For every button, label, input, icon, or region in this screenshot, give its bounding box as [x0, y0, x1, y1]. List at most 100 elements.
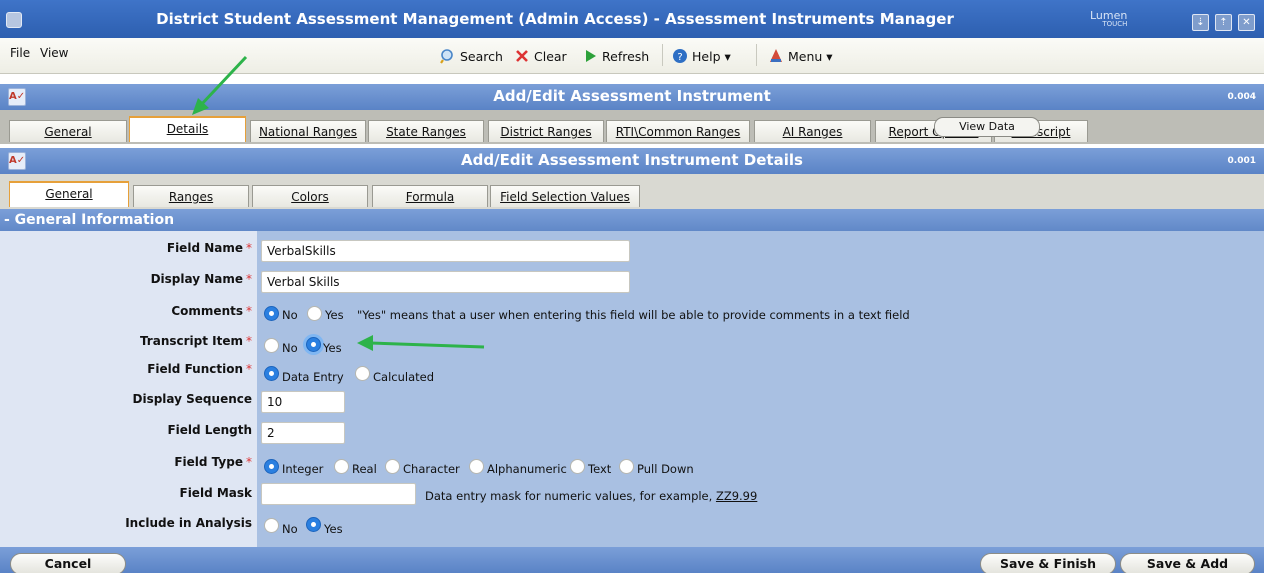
help-icon: ? — [673, 49, 687, 63]
minimize-icon[interactable]: ⇣ — [1192, 14, 1209, 31]
play-icon — [586, 50, 596, 62]
field-name-input[interactable]: VerbalSkills — [261, 240, 630, 262]
subtab-ranges[interactable]: Ranges — [133, 185, 249, 207]
subtab-field-selection-values[interactable]: Field Selection Values — [490, 185, 640, 207]
field-type-label: Field Type * — [0, 455, 252, 469]
field-type-text-label: Text — [588, 462, 612, 476]
tab-rti-common-ranges[interactable]: RTI\Common Ranges — [606, 120, 750, 142]
field-length-label: Field Length — [167, 423, 252, 437]
comments-no-label: No — [282, 308, 298, 322]
tab-general[interactable]: General — [9, 120, 127, 142]
comments-yes-label: Yes — [325, 308, 344, 322]
save-finish-button[interactable]: Save & Finish — [980, 553, 1116, 573]
display-name-label-text: Display Name — [150, 272, 243, 286]
general-information-header[interactable]: - General Information — [0, 209, 1264, 231]
instrument-header: A✓ Add/Edit Assessment Instrument 0.004 — [0, 84, 1264, 110]
comments-note: "Yes" means that a user when entering th… — [357, 308, 910, 322]
field-type-label-text: Field Type — [174, 455, 243, 469]
field-type-character-label: Character — [403, 462, 460, 476]
search-icon — [440, 49, 453, 64]
transcript-no-label: No — [282, 341, 298, 355]
field-mask-input[interactable] — [261, 483, 416, 505]
field-mask-example: ZZ9.99 — [715, 489, 758, 503]
help-label: Help ▾ — [692, 48, 731, 64]
transcript-item-label: Transcript Item * — [0, 334, 252, 348]
field-name-label-text: Field Name — [166, 241, 243, 255]
display-name-label: Display Name * — [0, 272, 252, 286]
clear-icon — [516, 50, 528, 62]
transcript-yes-radio[interactable] — [306, 337, 321, 352]
comments-label-text: Comments — [171, 304, 243, 318]
required-marker: * — [246, 334, 252, 348]
subtab-colors[interactable]: Colors — [252, 185, 368, 207]
cancel-button[interactable]: Cancel — [10, 553, 126, 573]
include-analysis-no-radio[interactable] — [264, 518, 279, 533]
comments-no-radio[interactable] — [264, 306, 279, 321]
menu-bar: File View Search Clear Refresh ? Help ▾ … — [0, 38, 1264, 74]
details-version: 0.001 — [1227, 156, 1256, 166]
display-sequence-input[interactable]: 10 — [261, 391, 345, 413]
clear-label: Clear — [534, 48, 567, 64]
field-function-calculated-label: Calculated — [373, 370, 435, 384]
field-name-label: Field Name * — [0, 241, 252, 255]
field-type-real-radio[interactable] — [334, 459, 349, 474]
subtab-general[interactable]: General — [9, 181, 129, 207]
comments-label: Comments * — [0, 304, 252, 318]
comments-yes-radio[interactable] — [307, 306, 322, 321]
lumen-logo: Lumen TOUCH — [1090, 10, 1127, 29]
field-type-integer-radio[interactable] — [264, 459, 279, 474]
tab-ai-ranges[interactable]: AI Ranges — [754, 120, 871, 142]
field-function-data-entry-radio[interactable] — [264, 366, 279, 381]
field-function-data-entry-label: Data Entry — [282, 370, 344, 384]
search-button[interactable]: Search — [440, 46, 503, 66]
display-name-input[interactable]: Verbal Skills — [261, 271, 630, 293]
menu-button[interactable]: Menu ▾ — [768, 46, 833, 66]
toolbar-divider — [756, 44, 757, 66]
field-function-label: Field Function * — [0, 362, 252, 376]
include-analysis-yes-radio[interactable] — [306, 517, 321, 532]
title-bar: District Student Assessment Management (… — [0, 0, 1264, 38]
transcript-no-radio[interactable] — [264, 338, 279, 353]
include-analysis-no-label: No — [282, 522, 298, 536]
refresh-label: Refresh — [602, 48, 650, 64]
required-marker: * — [246, 455, 252, 469]
refresh-button[interactable]: Refresh — [584, 46, 649, 66]
subtab-formula[interactable]: Formula — [372, 185, 488, 207]
field-type-alphanumeric-radio[interactable] — [469, 459, 484, 474]
required-marker: * — [246, 362, 252, 376]
view-data-tooltip: View Data — [934, 117, 1040, 137]
menu-file[interactable]: File — [10, 46, 30, 60]
transcript-yes-label: Yes — [323, 341, 342, 355]
required-marker: * — [246, 304, 252, 318]
help-button[interactable]: ? Help ▾ — [672, 46, 731, 66]
save-add-button[interactable]: Save & Add — [1120, 553, 1255, 573]
instrument-tabs: General Details National Ranges State Ra… — [0, 110, 1264, 144]
field-length-input[interactable]: 2 — [261, 422, 345, 444]
field-function-label-text: Field Function — [147, 362, 243, 376]
field-function-calculated-radio[interactable] — [355, 366, 370, 381]
field-mask-note: Data entry mask for numeric values, for … — [425, 489, 757, 503]
clear-button[interactable]: Clear — [514, 46, 567, 66]
display-sequence-label: Display Sequence — [132, 392, 253, 406]
tab-details[interactable]: Details — [129, 116, 246, 142]
menu-view[interactable]: View — [40, 46, 68, 60]
include-analysis-label: Include in Analysis — [125, 516, 252, 530]
field-type-integer-label: Integer — [282, 462, 324, 476]
include-analysis-yes-label: Yes — [324, 522, 343, 536]
toolbar-divider — [662, 44, 663, 66]
required-marker: * — [246, 272, 252, 286]
transcript-item-label-text: Transcript Item — [139, 334, 243, 348]
field-type-character-radio[interactable] — [385, 459, 400, 474]
field-type-pulldown-radio[interactable] — [619, 459, 634, 474]
instrument-header-title: Add/Edit Assessment Instrument — [493, 87, 771, 105]
menu-label: Menu ▾ — [788, 48, 833, 64]
close-icon[interactable]: ✕ — [1238, 14, 1255, 31]
field-type-real-label: Real — [352, 462, 377, 476]
tab-national-ranges[interactable]: National Ranges — [250, 120, 366, 142]
tab-state-ranges[interactable]: State Ranges — [368, 120, 484, 142]
search-label: Search — [460, 48, 503, 64]
window-title: District Student Assessment Management (… — [156, 10, 954, 28]
field-type-text-radio[interactable] — [570, 459, 585, 474]
tab-district-ranges[interactable]: District Ranges — [488, 120, 604, 142]
restore-icon[interactable]: ⇡ — [1215, 14, 1232, 31]
